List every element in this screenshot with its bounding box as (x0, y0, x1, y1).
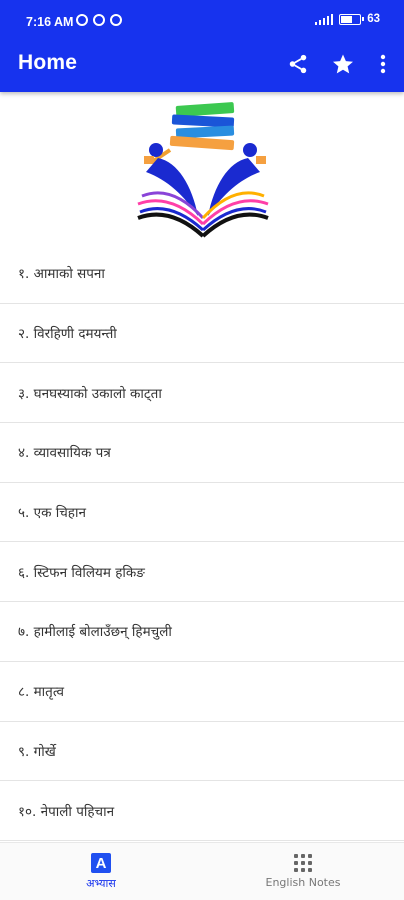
battery-level (341, 15, 353, 23)
chapter-item[interactable]: ५. एक चिहान (0, 483, 404, 543)
battery-percent: 63 (367, 13, 380, 25)
more-options-button[interactable] (369, 50, 397, 78)
letter-a-icon: A (91, 853, 111, 873)
chapter-list: १. आमाको सपना २. विरहिणी दमयन्ती ३. घनघस… (0, 244, 404, 841)
page-title: Home (18, 51, 78, 74)
more-vert-icon (380, 54, 386, 74)
app-bar: 7:16 AM 63 Home (0, 0, 404, 92)
notification-icons (76, 14, 122, 26)
chapter-item[interactable]: १०. नेपाली पहिचान (0, 781, 404, 841)
chapter-item[interactable]: ७. हामीलाई बोलाउँछन् हिमचुली (0, 602, 404, 662)
chapter-item[interactable]: ९. गोर्खे (0, 722, 404, 782)
chapter-item[interactable]: ८. मातृत्व (0, 662, 404, 722)
books-readers-logo (137, 102, 269, 238)
tab-english-notes[interactable]: English Notes (202, 843, 404, 900)
favorite-button[interactable] (329, 50, 357, 78)
chapter-item[interactable]: ६. स्टिफन विलियम हकिङ (0, 542, 404, 603)
app-notification-icon (93, 14, 105, 26)
share-button[interactable] (284, 50, 312, 78)
share-icon (289, 54, 307, 74)
signal-icon (314, 13, 334, 25)
tab-exercises-label: अभ्यास (86, 877, 116, 890)
tab-english-notes-label: English Notes (265, 876, 341, 889)
status-bar: 7:16 AM 63 (0, 0, 404, 44)
status-time: 7:16 AM (26, 15, 74, 29)
battery-icon (339, 13, 365, 25)
bottom-navigation: A अभ्यास English Notes (0, 842, 404, 900)
chapter-item[interactable]: १. आमाको सपना (0, 244, 404, 304)
chapter-item[interactable]: ३. घनघस्याको उकालो काट्ता (0, 363, 404, 424)
status-right: 63 (314, 13, 380, 25)
chapter-item[interactable]: २. विरहिणी दमयन्ती (0, 304, 404, 364)
alarm-icon (76, 14, 88, 26)
star-icon (333, 54, 353, 74)
chapter-item[interactable]: ४. व्यावसायिक पत्र (0, 423, 404, 483)
tab-exercises[interactable]: A अभ्यास (0, 843, 202, 900)
app-notification-icon (110, 14, 122, 26)
grid-icon (293, 853, 313, 873)
